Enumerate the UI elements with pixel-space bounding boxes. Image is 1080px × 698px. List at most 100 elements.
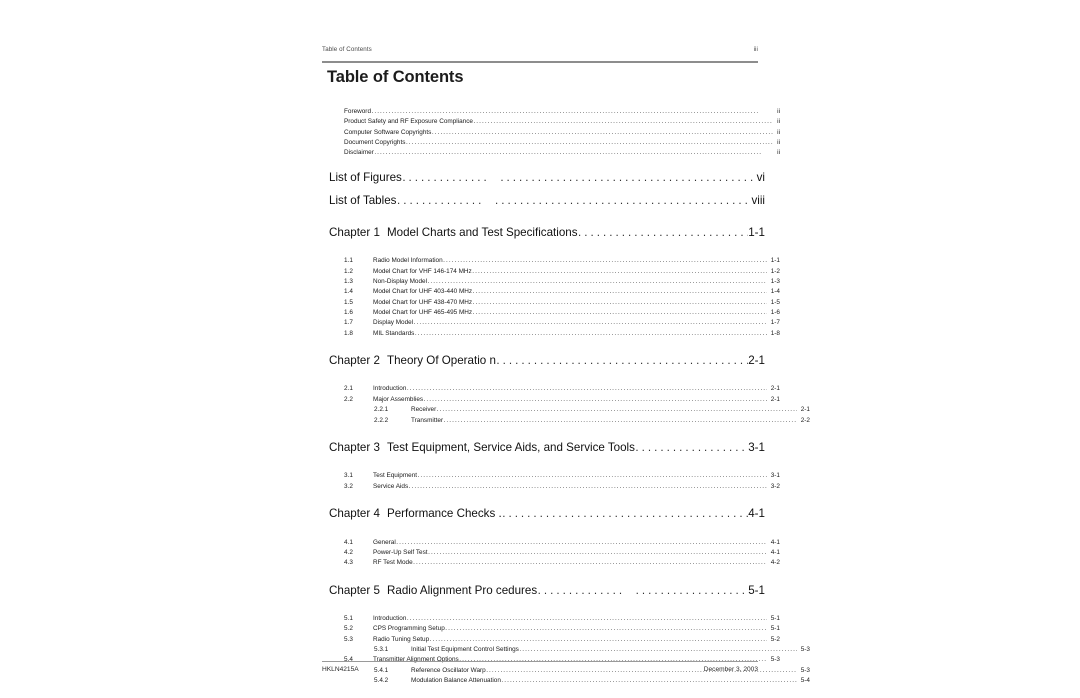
section-label: Major Assemblies <box>373 395 424 403</box>
dot-leader <box>444 417 797 424</box>
section-label: Power-Up Self Test <box>373 548 428 556</box>
toc-entry-section[interactable]: 3.2 Service Aids 3-2 <box>322 483 780 493</box>
toc-entry-front-matter[interactable]: Computer Software Copyrights ii <box>322 129 780 139</box>
toc-entry-label: Document Copyrights <box>344 139 406 147</box>
toc-entry-section[interactable]: 1.5 Model Chart for UHF 438-470 MHz 1-5 <box>322 299 780 309</box>
section-label: MIL Standards <box>373 329 415 337</box>
toc-entry-chapter[interactable]: Chapter 3 Test Equipment, Service Aids, a… <box>322 441 765 465</box>
toc-entry-page: 1-3 <box>770 277 780 285</box>
section-number: 2.2.1 <box>374 406 389 414</box>
section-number: 1.6 <box>344 308 353 316</box>
toc-entry-list[interactable]: List of Tables viii <box>322 194 765 218</box>
dot-leader <box>519 646 796 653</box>
toc-entry-front-matter[interactable]: Product Safety and RF Exposure Complianc… <box>322 118 780 128</box>
toc-entry-section[interactable]: 5.3 Radio Tuning Setup 5-2 <box>322 636 780 646</box>
dot-leader <box>396 539 766 546</box>
toc-entry-chapter[interactable]: Chapter 4 Performance Checks . 4-1 <box>322 507 765 531</box>
toc-entry-section[interactable]: 5.1 Introduction 5-1 <box>322 615 780 625</box>
dot-leader <box>472 268 766 275</box>
dot-leader <box>428 549 766 556</box>
toc-entry-list[interactable]: List of Figures vi <box>322 171 765 195</box>
chapter-title: Model Charts and Test Specifications <box>387 225 578 239</box>
section-number: 3.2 <box>344 482 353 490</box>
section-number: 5.4.2 <box>374 677 389 685</box>
toc-entry-page: 4-1 <box>770 548 780 556</box>
chapter-section-spacer <box>322 607 758 615</box>
dot-leader <box>473 309 767 316</box>
toc-entry-front-matter[interactable]: Foreword ii <box>322 108 780 118</box>
dot-leader <box>501 677 796 684</box>
section-label: Modulation Balance Attenuation <box>411 677 501 685</box>
toc-entry-section[interactable]: 1.1 Radio Model Information 1-1 <box>322 257 780 267</box>
toc-entry-front-matter[interactable]: Disclaimer ii <box>322 149 780 159</box>
toc-entry-section[interactable]: 1.4 Model Chart for UHF 403-440 MHz 1-4 <box>322 288 780 298</box>
dot-leader <box>415 330 767 337</box>
toc-entry-section[interactable]: 1.7 Display Model 1-7 <box>322 319 780 329</box>
chapter-spacer <box>322 427 758 441</box>
toc-entry-section[interactable]: 2.2 Major Assemblies 2-1 <box>322 396 780 406</box>
toc-entry-section[interactable]: 4.2 Power-Up Self Test 4-1 <box>322 549 780 559</box>
toc-entry-subsection[interactable]: 2.2.2 Transmitter 2-2 <box>322 417 810 427</box>
toc-entry-page: 1-8 <box>770 329 780 337</box>
dot-leader <box>445 625 766 632</box>
section-number: 1.7 <box>344 319 353 327</box>
section-label: Model Chart for UHF 465-495 MHz <box>373 308 473 316</box>
toc-entry-section[interactable]: 1.3 Non-Display Model 1-3 <box>322 278 780 288</box>
dot-leader <box>397 194 751 207</box>
toc-entry-page: 2-1 <box>770 385 780 393</box>
dot-leader <box>538 584 748 597</box>
toc-entry-section[interactable]: 1.2 Model Chart for VHF 146-174 MHz 1-2 <box>322 268 780 278</box>
footer-date: December 3, 2003 <box>703 666 758 673</box>
running-header: Table of Contents iii <box>322 46 758 53</box>
dot-leader <box>502 507 748 520</box>
footer-rule <box>322 661 758 663</box>
toc-entry-page: 5-1 <box>748 583 765 597</box>
toc-entry-chapter[interactable]: Chapter 5 Radio Alignment Pro cedures 5-1 <box>322 584 765 608</box>
chapter-title: Performance Checks . <box>387 507 502 521</box>
toc-entry-section[interactable]: 1.8 MIL Standards 1-8 <box>322 330 780 340</box>
toc-entry-label: Foreword <box>344 108 371 115</box>
toc-entry-page: 3-1 <box>748 440 765 454</box>
chapter-number: Chapter 5 <box>329 583 380 597</box>
chapter-spacer <box>322 218 758 226</box>
toc-entry-page: 2-1 <box>800 406 810 414</box>
toc-entry-section[interactable]: 4.1 General 4-1 <box>322 539 780 549</box>
toc-entry-section[interactable]: 5.2 CPS Programming Setup 5-1 <box>322 625 780 635</box>
toc-entry-subsection[interactable]: 2.2.1 Receiver 2-1 <box>322 406 810 416</box>
section-label: Display Model <box>373 319 414 327</box>
toc-entry-section[interactable]: 3.1 Test Equipment 3-1 <box>322 472 780 482</box>
section-label: Service Aids <box>373 482 409 490</box>
toc-entry-page: 1-6 <box>770 308 780 316</box>
toc-entry-front-matter[interactable]: Document Copyrights ii <box>322 139 780 149</box>
dot-leader <box>578 226 748 239</box>
dot-leader <box>443 257 766 264</box>
toc-entry-chapter[interactable]: Chapter 2 Theory Of Operatio n 2-1 <box>322 354 765 378</box>
dot-leader <box>473 288 767 295</box>
toc-entry-subsection[interactable]: 5.4.2 Modulation Balance Attenuation 5-4 <box>322 677 810 687</box>
dot-leader <box>418 472 767 479</box>
toc-entry-section[interactable]: 4.3 RF Test Mode 4-2 <box>322 559 780 569</box>
dot-leader <box>409 483 767 490</box>
page-title: Table of Contents <box>327 68 464 86</box>
chapter-section-spacer <box>322 377 758 385</box>
toc-entry-chapter[interactable]: Chapter 1 Model Charts and Test Specifica… <box>322 226 765 250</box>
toc-entry-label: Product Safety and RF Exposure Complianc… <box>344 118 473 126</box>
toc-entry-section[interactable]: 2.1 Introduction 2-1 <box>322 385 780 395</box>
toc-entry-page: 2-2 <box>800 416 810 424</box>
toc-entry-page: 5-1 <box>770 625 780 633</box>
toc-entry-section[interactable]: 1.6 Model Chart for UHF 465-495 MHz 1-6 <box>322 309 780 319</box>
toc-entry-subsection[interactable]: 5.3.1 Initial Test Equipment Control Sett… <box>322 646 810 656</box>
toc-entry-page: 3-2 <box>770 482 780 490</box>
dot-leader <box>414 319 767 326</box>
dot-leader <box>432 129 773 136</box>
toc-entry-page: 5-2 <box>770 635 780 643</box>
section-number: 1.8 <box>344 329 353 337</box>
toc-entry-page: 4-2 <box>770 559 780 567</box>
section-number: 5.2 <box>344 625 353 633</box>
section-number: 1.5 <box>344 298 353 306</box>
toc-entry-page: 2-1 <box>748 353 765 367</box>
toc-entry-page: 4-1 <box>770 538 780 546</box>
dot-leader <box>372 108 773 115</box>
dot-leader <box>473 118 772 125</box>
dot-leader <box>406 139 773 146</box>
